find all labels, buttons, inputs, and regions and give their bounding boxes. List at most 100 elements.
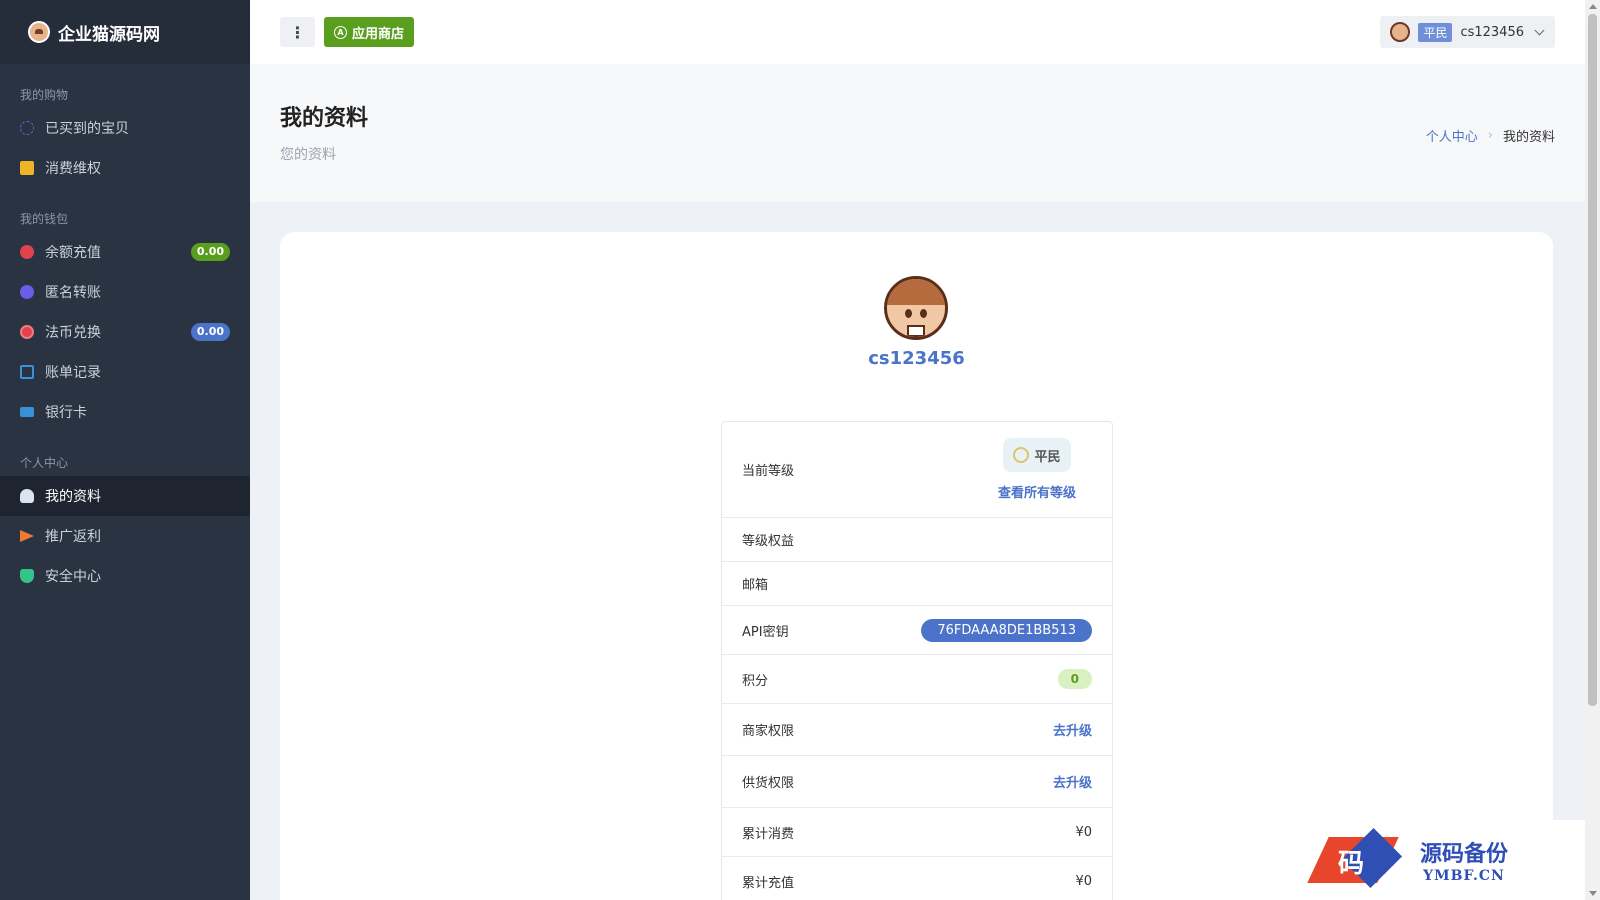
points-value: 0 [1057, 669, 1092, 689]
profile-avatar [884, 276, 948, 340]
watermark-title: 源码备份 [1420, 841, 1509, 867]
sidebar-item-label: 银行卡 [45, 405, 87, 421]
page-subtitle: 您的资料 [280, 147, 336, 163]
sidebar-item-label: 我的资料 [45, 489, 101, 505]
page-title: 我的资料 [280, 106, 369, 131]
paper-plane-icon [20, 529, 34, 543]
table-row: 供货权限 去升级 [722, 756, 1112, 808]
sidebar-item-label: 已买到的宝贝 [45, 121, 129, 137]
row-label: 累计消费 [742, 826, 795, 842]
sidebar-item-label: 余额充值 [45, 245, 101, 261]
sidebar-item-bill-records[interactable]: 账单记录 [0, 352, 250, 392]
table-row: 累计消费 ¥0 [722, 808, 1112, 857]
row-label: API密钥 [742, 624, 789, 640]
profile-info-table: 当前等级 平民 查看所有等级 等级权益 邮箱 API密钥 76FDAAA8DE1… [721, 421, 1113, 900]
level-value: 平民 [1034, 449, 1061, 465]
row-label: 商家权限 [742, 724, 795, 739]
bill-icon [20, 365, 34, 379]
sidebar-item-anonymous-transfer[interactable]: 匿名转账 [0, 272, 250, 312]
user-icon [20, 489, 34, 503]
page-header: 我的资料 您的资料 个人中心 › 我的资料 [250, 64, 1585, 202]
brand[interactable]: 企业猫源码网 [0, 0, 250, 64]
row-label: 积分 [742, 673, 769, 689]
sidebar-item-my-profile[interactable]: 我的资料 [0, 476, 250, 516]
table-row: 邮箱 [722, 562, 1112, 606]
row-label: 等级权益 [742, 534, 795, 549]
breadcrumb-current: 我的资料 [1502, 130, 1555, 145]
watermark: 码 源码备份 YMBF.CN [1306, 820, 1590, 900]
api-key-value[interactable]: 76FDAAA8DE1BB513 [921, 618, 1092, 642]
row-label: 累计充值 [742, 876, 795, 891]
topbar: ⋮ A 应用商店 平民 cs123456 [250, 0, 1585, 64]
sidebar-item-label: 消费维权 [45, 161, 101, 177]
watermark-logo: 码 [1307, 827, 1410, 893]
breadcrumb-parent-link[interactable]: 个人中心 [1426, 126, 1478, 145]
avatar [1390, 22, 1411, 42]
sidebar-item-consumer-rights[interactable]: 消费维权 [0, 148, 250, 188]
recharge-icon [20, 245, 34, 259]
sidebar-item-purchased[interactable]: 已买到的宝贝 [0, 108, 250, 148]
profile-username: cs123456 [868, 348, 965, 369]
merchant-upgrade-link[interactable]: 去升级 [1053, 720, 1092, 739]
sidebar-item-label: 推广返利 [45, 529, 101, 545]
sidebar-item-bank-card[interactable]: 银行卡 [0, 392, 250, 432]
total-spent-value: ¥0 [1075, 824, 1092, 840]
table-row: 当前等级 平民 查看所有等级 [722, 422, 1112, 518]
sidebar-item-label: 匿名转账 [45, 285, 101, 301]
level-cell: 平民 查看所有等级 [998, 438, 1076, 501]
sidebar-item-security[interactable]: 安全中心 [0, 556, 250, 596]
sidebar-item-recharge[interactable]: 余额充值 0.00 [0, 232, 250, 272]
row-label: 供货权限 [742, 776, 795, 791]
rank-emblem-icon [1013, 447, 1030, 463]
row-label: 当前等级 [742, 464, 795, 479]
brand-name: 企业猫源码网 [58, 24, 160, 45]
row-label: 邮箱 [742, 578, 769, 593]
table-row: 等级权益 [722, 518, 1112, 562]
fiat-badge: 0.00 [190, 323, 230, 341]
watermark-text: 源码备份 YMBF.CN [1420, 836, 1508, 884]
page-scrollbar[interactable] [1585, 0, 1600, 900]
profile-card: cs123456 当前等级 平民 查看所有等级 等级权益 邮箱 API密钥 76… [280, 232, 1553, 900]
scroll-thumb[interactable] [1588, 14, 1597, 706]
rank-tag: 平民 [1418, 22, 1453, 42]
sidebar-item-label: 账单记录 [45, 365, 101, 381]
watermark-char: 码 [1338, 849, 1365, 879]
note-icon [20, 161, 34, 175]
nav-section-personal: 个人中心 [20, 456, 69, 470]
balance-badge: 0.00 [190, 243, 230, 261]
cat-logo-icon [28, 21, 50, 43]
scroll-down-icon[interactable] [1589, 891, 1597, 896]
user-menu[interactable]: 平民 cs123456 [1380, 16, 1555, 48]
watermark-site: YMBF.CN [1423, 868, 1505, 884]
circle-dash-icon [20, 121, 34, 135]
table-row: 商家权限 去升级 [722, 704, 1112, 756]
chevron-down-icon [1534, 25, 1545, 35]
total-recharge-value: ¥0 [1075, 874, 1092, 889]
breadcrumb: 个人中心 › 我的资料 [1426, 126, 1555, 145]
chevron-right-icon: › [1487, 128, 1493, 143]
sidebar-item-fiat-exchange[interactable]: 法币兑换 0.00 [0, 312, 250, 352]
user-name: cs123456 [1460, 24, 1524, 40]
app-store-label: 应用商店 [352, 26, 405, 42]
view-all-levels-link[interactable]: 查看所有等级 [998, 482, 1076, 501]
supply-upgrade-link[interactable]: 去升级 [1053, 772, 1092, 791]
sidebar-item-label: 安全中心 [45, 569, 101, 585]
table-row: 积分 0 [722, 655, 1112, 704]
app-store-button[interactable]: A 应用商店 [324, 17, 415, 47]
table-row: 累计充值 ¥0 [722, 857, 1112, 900]
shield-icon [20, 569, 34, 583]
kebab-icon: ⋮ [289, 22, 306, 42]
sidebar: 企业猫源码网 我的购物 已买到的宝贝 消费维权 我的钱包 余额充值 0.00 匿… [0, 0, 250, 900]
sidebar-item-referral[interactable]: 推广返利 [0, 516, 250, 556]
nav-section-wallet: 我的钱包 [20, 212, 69, 226]
sidebar-item-label: 法币兑换 [45, 325, 101, 341]
table-row: API密钥 76FDAAA8DE1BB513 [722, 606, 1112, 655]
exchange-icon [20, 325, 34, 339]
transfer-icon [20, 285, 34, 299]
bank-card-icon [20, 407, 34, 417]
more-menu-button[interactable]: ⋮ [280, 17, 315, 47]
nav-section-shopping: 我的购物 [20, 88, 69, 102]
store-icon: A [334, 25, 347, 39]
level-badge: 平民 [1003, 438, 1071, 472]
scroll-up-icon[interactable] [1589, 4, 1597, 9]
